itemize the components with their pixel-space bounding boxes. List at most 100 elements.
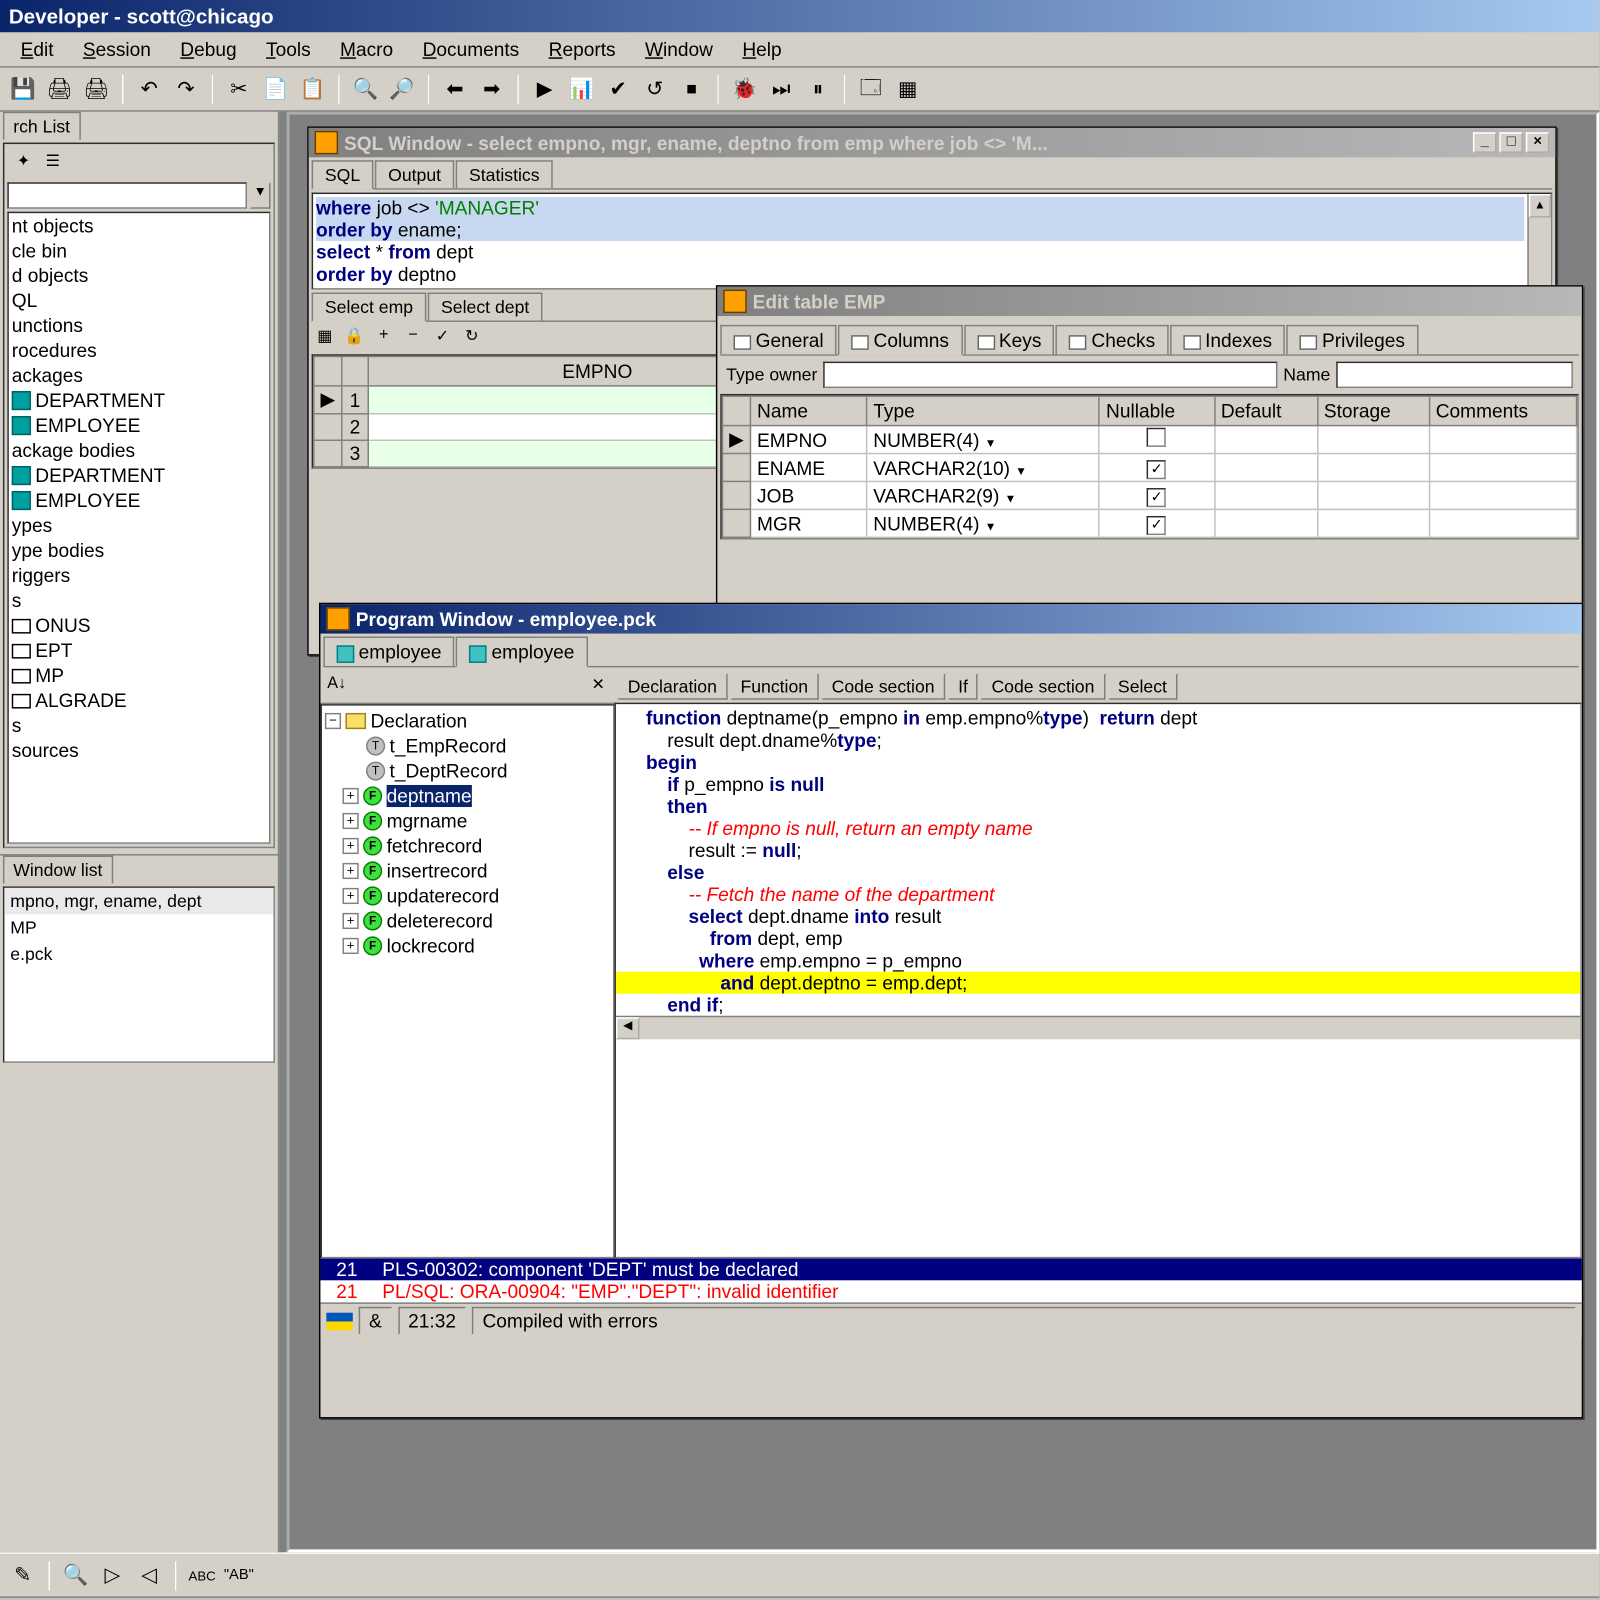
grid-icon[interactable]: ▦	[312, 325, 338, 351]
menu-macro[interactable]: Macro	[325, 35, 408, 63]
bookmark-icon[interactable]: ▷	[96, 1558, 130, 1592]
schema-dropdown[interactable]	[7, 182, 247, 208]
maximize-button[interactable]: □	[1499, 132, 1523, 153]
tree-item[interactable]: sources	[9, 738, 269, 763]
program-tree[interactable]: −DeclarationTt_EmpRecordTt_DeptRecord+Fd…	[320, 704, 614, 1258]
stop-icon[interactable]: ⏹	[675, 72, 709, 106]
copy-icon[interactable]: 📄	[259, 72, 293, 106]
tab-output[interactable]: Output	[375, 160, 454, 188]
tree-item[interactable]: EMPLOYEE	[9, 488, 269, 513]
name-input[interactable]	[1336, 362, 1573, 388]
nav-function[interactable]: Function	[730, 673, 818, 699]
tree-item[interactable]: riggers	[9, 563, 269, 588]
error-row[interactable]: 21PLS-00302: component 'DEPT' must be de…	[320, 1258, 1581, 1280]
paste-icon[interactable]: 📋	[295, 72, 329, 106]
menu-debug[interactable]: Debug	[166, 35, 252, 63]
tree-item[interactable]: ONUS	[9, 613, 269, 638]
tab-checks[interactable]: Checks	[1056, 325, 1168, 354]
nav-select[interactable]: Select	[1108, 673, 1178, 699]
wand-icon[interactable]: ✦	[10, 150, 36, 176]
print2-icon[interactable]: 🖨	[79, 72, 113, 106]
tab-privileges[interactable]: Privileges	[1287, 325, 1418, 354]
tree-item[interactable]: d objects	[9, 263, 269, 288]
tab-statistics[interactable]: Statistics	[456, 160, 553, 188]
close-button[interactable]: ×	[1526, 132, 1550, 153]
tree-item[interactable]: DEPARTMENT	[9, 388, 269, 413]
refresh-icon[interactable]: ↻	[459, 325, 485, 351]
tree-item[interactable]: s	[9, 713, 269, 738]
tile-icon[interactable]: ▦	[891, 72, 925, 106]
tab-columns[interactable]: Columns	[838, 325, 962, 356]
print-icon[interactable]: 🖨	[43, 72, 77, 106]
explain-icon[interactable]: 📊	[564, 72, 598, 106]
menu-reports[interactable]: Reports	[534, 35, 630, 63]
search-list-tab[interactable]: rch List	[3, 112, 80, 140]
tree-item[interactable]: s	[9, 588, 269, 613]
window-list-tab[interactable]: Window list	[3, 856, 113, 884]
package-tab[interactable]: employee	[456, 637, 587, 668]
tree-item[interactable]: cle bin	[9, 238, 269, 263]
close-tree-icon[interactable]: ✕	[585, 673, 611, 699]
nav-code-section[interactable]: Code section	[821, 673, 945, 699]
tree-item[interactable]: nt objects	[9, 213, 269, 238]
code-editor[interactable]: function deptname(p_empno in emp.empno%t…	[614, 703, 1581, 1259]
result-tab[interactable]: Select dept	[428, 293, 543, 321]
window-icon[interactable]: 🗔	[854, 72, 888, 106]
window-list-item[interactable]: mpno, mgr, ename, dept	[4, 888, 273, 914]
sort-icon[interactable]: A↓	[323, 673, 349, 699]
undo-icon[interactable]: ↶	[132, 72, 166, 106]
find-icon[interactable]: 🔍	[348, 72, 382, 106]
nav-declaration[interactable]: Declaration	[617, 673, 727, 699]
menu-documents[interactable]: Documents	[408, 35, 534, 63]
lock-icon[interactable]: 🔒	[341, 325, 367, 351]
del-icon[interactable]: −	[400, 325, 426, 351]
columns-grid[interactable]: NameTypeNullableDefaultStorageComments▶E…	[720, 394, 1578, 540]
nav-code-section[interactable]: Code section	[981, 673, 1105, 699]
bookmark2-icon[interactable]: ◁	[132, 1558, 166, 1592]
check-icon[interactable]: ✓	[429, 325, 455, 351]
menu-edit[interactable]: Edit	[6, 35, 68, 63]
case-icon[interactable]: ABC	[185, 1558, 219, 1592]
tab-keys[interactable]: Keys	[964, 325, 1055, 354]
package-tab[interactable]: employee	[323, 637, 454, 666]
tree-item[interactable]: ALGRADE	[9, 688, 269, 713]
fwd-icon[interactable]: ➡	[475, 72, 509, 106]
tree-item[interactable]: EPT	[9, 638, 269, 663]
redo-icon[interactable]: ↷	[169, 72, 203, 106]
tree-item[interactable]: ype bodies	[9, 538, 269, 563]
quote-icon[interactable]: "AB"	[222, 1558, 256, 1592]
step-icon[interactable]: ⏭	[764, 72, 798, 106]
tab-general[interactable]: General	[720, 325, 836, 354]
error-row[interactable]: 21PL/SQL: ORA-00904: "EMP"."DEPT": inval…	[320, 1280, 1581, 1302]
tree-item[interactable]: ackage bodies	[9, 438, 269, 463]
sql-editor[interactable]: where job <> 'MANAGER'order by ename;sel…	[312, 193, 1553, 290]
tree-item[interactable]: rocedures	[9, 338, 269, 363]
menu-tools[interactable]: Tools	[251, 35, 325, 63]
nav-if[interactable]: If	[948, 673, 978, 699]
rollback-icon[interactable]: ↺	[638, 72, 672, 106]
menu-session[interactable]: Session	[68, 35, 165, 63]
break-icon[interactable]: ⏸	[801, 72, 835, 106]
replace-icon[interactable]: 🔎	[385, 72, 419, 106]
tab-sql[interactable]: SQL	[312, 160, 374, 189]
tree-item[interactable]: ypes	[9, 513, 269, 538]
window-list-item[interactable]: MP	[4, 914, 273, 940]
save-icon[interactable]: 💾	[6, 72, 40, 106]
commit-icon[interactable]: ✔	[601, 72, 635, 106]
back-icon[interactable]: ⬅	[438, 72, 472, 106]
execute-icon[interactable]: ▶	[528, 72, 562, 106]
cut-icon[interactable]: ✂	[222, 72, 256, 106]
window-list-item[interactable]: e.pck	[4, 941, 273, 967]
menu-window[interactable]: Window	[630, 35, 727, 63]
type-owner-input[interactable]	[823, 362, 1277, 388]
debug-icon[interactable]: 🐞	[728, 72, 762, 106]
tree-item[interactable]: QL	[9, 288, 269, 313]
menu-help[interactable]: Help	[728, 35, 797, 63]
tree-item[interactable]: DEPARTMENT	[9, 463, 269, 488]
tree-item[interactable]: ackages	[9, 363, 269, 388]
minimize-button[interactable]: _	[1473, 132, 1497, 153]
filter-icon[interactable]: ☰	[40, 150, 66, 176]
tree-item[interactable]: MP	[9, 663, 269, 688]
find2-icon[interactable]: 🔍	[59, 1558, 93, 1592]
add-icon[interactable]: +	[370, 325, 396, 351]
